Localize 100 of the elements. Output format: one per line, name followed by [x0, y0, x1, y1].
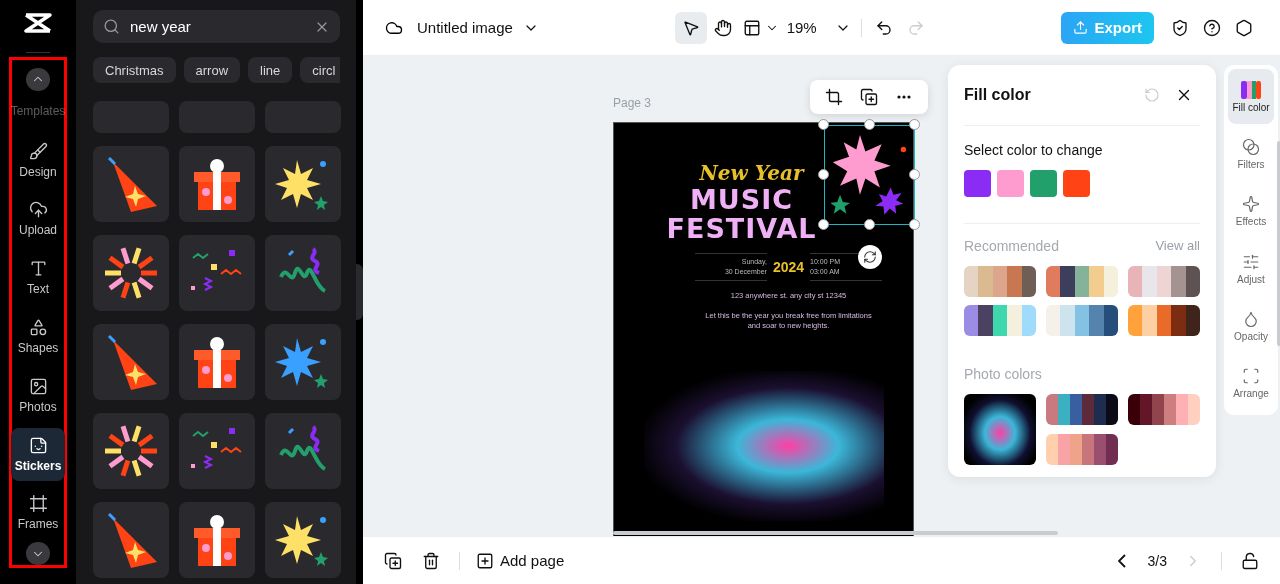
gift-sticker-drawing: [192, 334, 242, 390]
select-tool-button[interactable]: [674, 11, 707, 44]
color-palette[interactable]: [1046, 305, 1118, 336]
color-palette[interactable]: [1128, 305, 1200, 336]
rail-item[interactable]: Effects: [1228, 183, 1274, 239]
tag-chip[interactable]: arrow: [183, 57, 241, 83]
scroll-down-button[interactable]: [26, 542, 50, 566]
droplet-icon: [1242, 309, 1260, 328]
resize-handle[interactable]: [818, 119, 829, 130]
color-palette[interactable]: [1128, 394, 1200, 425]
shield-icon: [1171, 18, 1189, 37]
color-bars-icon: [1241, 80, 1261, 99]
color-swatch[interactable]: [1030, 170, 1057, 197]
rail-item[interactable]: Adjust: [1228, 241, 1274, 297]
party-hat-sticker-drawing: [105, 512, 157, 568]
sticker-thumbnail[interactable]: [93, 502, 169, 578]
title-dropdown[interactable]: Untitled image: [411, 18, 545, 37]
nav-item[interactable]: Stickers: [11, 427, 65, 481]
color-palette[interactable]: [1046, 434, 1118, 465]
rail-item[interactable]: Fill color: [1228, 69, 1274, 125]
sliders-icon: [1242, 252, 1260, 271]
horizontal-scrollbar[interactable]: [613, 531, 1058, 535]
rail-item[interactable]: Opacity: [1228, 298, 1274, 354]
color-palette[interactable]: [1046, 266, 1118, 297]
collapse-handle[interactable]: [356, 264, 363, 320]
crop-icon: [824, 88, 843, 106]
resize-handle[interactable]: [909, 169, 920, 180]
sticker-thumbnail[interactable]: [265, 324, 341, 400]
nav-item[interactable]: Upload: [11, 192, 65, 246]
page-label: Page 3: [613, 96, 652, 110]
section-title: Recommended: [964, 238, 1059, 254]
color-swatch[interactable]: [1063, 170, 1090, 197]
square-plus-icon: [476, 551, 494, 570]
resize-handle[interactable]: [909, 219, 920, 230]
zoom-dropdown[interactable]: 19%: [782, 11, 855, 44]
hand-icon: [713, 18, 732, 37]
color-palette[interactable]: [964, 305, 1036, 336]
resize-handle[interactable]: [864, 219, 875, 230]
sticker-thumbnail[interactable]: [93, 413, 169, 489]
nav-item[interactable]: Photos: [11, 368, 65, 422]
color-palette[interactable]: [964, 266, 1036, 297]
selection-box[interactable]: [818, 119, 921, 231]
search-field[interactable]: new year: [93, 10, 340, 43]
vertical-scrollbar[interactable]: [1277, 141, 1280, 346]
add-page-button[interactable]: Add page: [472, 544, 569, 577]
nav-item[interactable]: Text: [11, 251, 65, 305]
search-input[interactable]: new year: [128, 17, 306, 36]
brush-icon: [28, 141, 48, 161]
sticker-thumbnail[interactable]: [265, 502, 341, 578]
burst-sticker-drawing: [103, 423, 159, 479]
text-icon: [28, 259, 48, 279]
sticker-thumbnail[interactable]: [179, 235, 255, 311]
poster-title: MUSIC: [689, 185, 794, 214]
resize-handle[interactable]: [864, 119, 875, 130]
rail-item[interactable]: Arrange: [1228, 355, 1274, 411]
sparkle-icon: [1242, 195, 1260, 214]
tag-chip[interactable]: Christmas: [93, 57, 176, 83]
party-hat-sticker-drawing: [105, 334, 157, 390]
section-title: Select color to change: [964, 142, 1104, 158]
nav-item[interactable]: Shapes: [11, 310, 65, 363]
burst-sticker-drawing: [103, 245, 159, 301]
nav-item[interactable]: Frames: [11, 486, 65, 540]
rail-item[interactable]: Filters: [1228, 126, 1274, 182]
resize-handle[interactable]: [818, 169, 829, 180]
photo-placeholder[interactable]: [964, 394, 1036, 465]
resize-handle[interactable]: [818, 219, 829, 230]
color-swatch[interactable]: [997, 170, 1024, 197]
resize-handle[interactable]: [909, 119, 920, 130]
color-palette[interactable]: [1046, 394, 1118, 425]
shapes-icon: [28, 318, 48, 337]
tag-chip[interactable]: circl: [300, 57, 340, 83]
sticker-thumbnail[interactable]: [265, 235, 341, 311]
reset-icon: [1144, 87, 1160, 103]
sticker-thumbnail[interactable]: [179, 146, 255, 222]
sticker-thumbnail[interactable]: [179, 324, 255, 400]
frame-icon: [28, 494, 48, 514]
page-counter: 3/3: [1147, 552, 1167, 569]
sticker-icon: [28, 435, 48, 455]
logo-icon[interactable]: [24, 12, 52, 34]
sticker-thumbnail[interactable]: [93, 146, 169, 222]
upload-icon: [1073, 20, 1089, 35]
chevron-left-icon: [1117, 553, 1126, 568]
nav-item[interactable]: Design: [11, 133, 65, 187]
copy-plus-icon: [860, 88, 878, 106]
sticker-thumbnail[interactable]: [179, 413, 255, 489]
color-palette[interactable]: [1128, 266, 1200, 297]
scroll-up-button[interactable]: [26, 68, 50, 91]
sticker-thumbnail[interactable]: [93, 324, 169, 400]
panel-title: Fill color: [964, 86, 1032, 104]
pointer-icon: [681, 18, 700, 37]
poster-script-title: New Year: [699, 161, 804, 185]
sticker-thumbnail[interactable]: [179, 502, 255, 578]
tag-chip[interactable]: line: [248, 57, 293, 83]
color-swatch[interactable]: [964, 170, 991, 197]
search-icon: [103, 18, 120, 35]
sticker-thumbnail[interactable]: [93, 235, 169, 311]
sticker-thumbnail[interactable]: [265, 413, 341, 489]
sticker-thumbnail[interactable]: [265, 146, 341, 222]
settings-icon: [1235, 18, 1253, 37]
trash-icon: [422, 551, 440, 570]
